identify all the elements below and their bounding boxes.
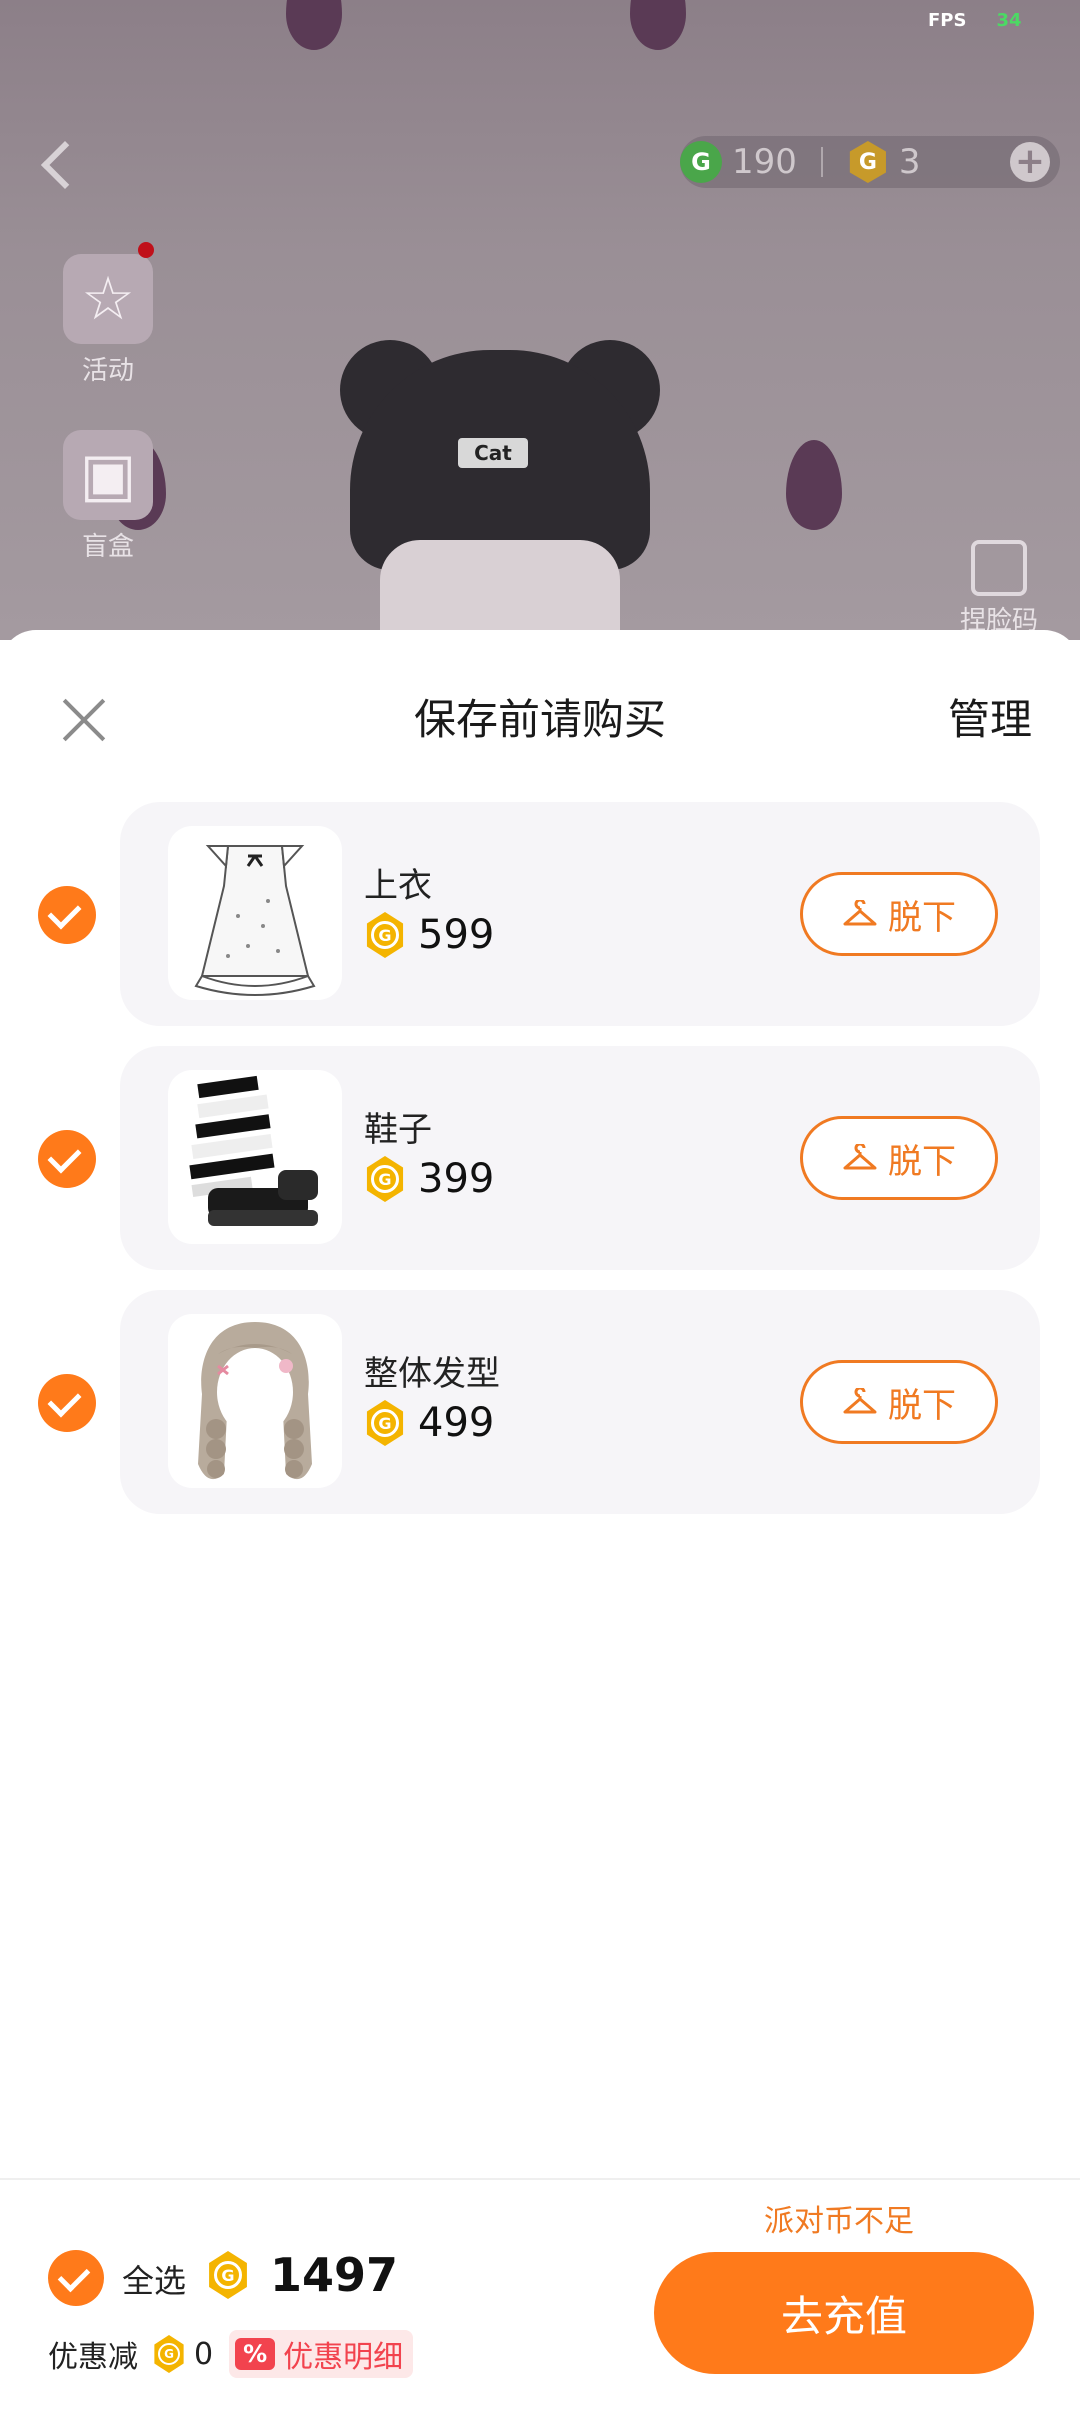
discount-row: 优惠减 G 0 % 优惠明细 <box>48 2330 414 2378</box>
insufficient-balance-notice: 派对币不足 <box>764 2204 914 2239</box>
discount-detail-link[interactable]: % 优惠明细 <box>229 2330 414 2378</box>
currency-bar: G 190 G 3 + <box>680 136 1060 188</box>
avatar-preview: Cat <box>340 340 660 640</box>
item-checkbox[interactable] <box>38 886 96 944</box>
gold-coin-icon: G <box>366 912 404 958</box>
item-card: 上衣 G 599 脱下 <box>120 802 1040 1026</box>
item-price-value: 499 <box>418 1400 495 1446</box>
take-off-label: 脱下 <box>888 1141 956 1182</box>
sidebar-item-activity[interactable]: ☆ 活动 <box>58 242 158 387</box>
fps-counter: FPS 34 <box>928 10 1022 31</box>
item-checkbox[interactable] <box>38 1130 96 1188</box>
discount-detail-label: 优惠明细 <box>283 2340 404 2375</box>
take-off-label: 脱下 <box>888 1385 956 1426</box>
hanger-icon <box>842 1386 878 1417</box>
discount-label: 优惠减 <box>48 2340 138 2375</box>
gold-coin-icon: G <box>366 1400 404 1446</box>
hanger-icon <box>842 898 878 929</box>
back-button[interactable] <box>38 138 78 190</box>
take-off-button[interactable]: 脱下 <box>800 1360 998 1444</box>
face-code-button[interactable]: 捏脸码 <box>960 540 1038 637</box>
notification-dot <box>138 242 154 258</box>
item-list: 上衣 G 599 脱下 鞋子 G 399 脱下 整体发型 G 499 脱下 <box>0 802 1080 1534</box>
item-name: 鞋子 <box>364 1110 432 1150</box>
sheet-title: 保存前请购买 <box>413 695 666 744</box>
recharge-button[interactable]: 去充值 <box>654 2252 1034 2374</box>
hat-label: Cat <box>458 438 528 468</box>
fps-value: 34 <box>996 10 1022 31</box>
item-card: 鞋子 G 399 脱下 <box>120 1046 1040 1270</box>
purchase-sheet: 保存前请购买 管理 上衣 G 599 脱下 鞋子 G 399 脱下 整体发型 G… <box>0 630 1080 2412</box>
sidebar-item-label: 活动 <box>81 356 134 386</box>
checkout-bar: 全选 G 1497 优惠减 G 0 % 优惠明细 派对币不足 去充值 <box>0 2178 1080 2412</box>
gold-coin-icon: G <box>209 2251 247 2299</box>
heart-decoration <box>630 0 686 50</box>
discount-value: 0 <box>194 2336 214 2372</box>
heart-decoration <box>286 0 342 50</box>
item-price-value: 399 <box>418 1156 495 1202</box>
green-coin-icon: G <box>680 141 722 183</box>
total-price-value: 1497 <box>270 2248 399 2302</box>
green-currency: G 190 <box>680 141 797 183</box>
list-item: 鞋子 G 399 脱下 <box>0 1046 1080 1270</box>
discount-tag-icon: % <box>235 2338 276 2370</box>
item-price: G 499 <box>364 1400 494 1446</box>
gold-currency: G 3 <box>847 141 921 183</box>
hanger-icon <box>842 1142 878 1173</box>
sidebar-item-label: 盲盒 <box>81 532 134 562</box>
item-checkbox[interactable] <box>38 1374 96 1432</box>
gold-coin-icon: G <box>366 1156 404 1202</box>
take-off-label: 脱下 <box>888 897 956 938</box>
take-off-button[interactable]: 脱下 <box>800 872 998 956</box>
green-currency-amount: 190 <box>732 142 797 182</box>
item-name: 整体发型 <box>364 1354 500 1394</box>
select-all-checkbox[interactable] <box>48 2250 104 2306</box>
add-currency-button[interactable]: + <box>1010 142 1050 182</box>
star-icon: ☆ <box>63 254 153 344</box>
list-item: 上衣 G 599 脱下 <box>0 802 1080 1026</box>
item-price: G 399 <box>364 1156 494 1202</box>
currency-divider <box>820 147 823 177</box>
fps-label: FPS <box>928 10 967 31</box>
avatar-face <box>380 540 620 640</box>
total-price: G 1497 <box>206 2248 398 2302</box>
manage-button[interactable]: 管理 <box>948 686 1032 747</box>
list-item: 整体发型 G 499 脱下 <box>0 1290 1080 1514</box>
item-card: 整体发型 G 499 脱下 <box>120 1290 1040 1514</box>
hairstyle-thumbnail <box>168 1314 342 1488</box>
edit-icon <box>971 540 1027 596</box>
gold-coin-icon: G <box>849 141 886 183</box>
heart-decoration <box>786 440 842 530</box>
item-name: 上衣 <box>364 866 432 906</box>
shoes-thumbnail <box>168 1070 342 1244</box>
item-price-value: 599 <box>418 912 495 958</box>
gold-currency-amount: 3 <box>898 142 921 182</box>
item-price: G 599 <box>364 912 494 958</box>
sidebar-item-blindbox[interactable]: ▣ 盲盒 <box>58 430 158 563</box>
dress-thumbnail <box>168 826 342 1000</box>
gift-box-icon: ▣ <box>63 430 153 520</box>
select-all-label[interactable]: 全选 <box>122 2256 186 2302</box>
game-scene-background: FPS 34 G 190 G 3 + ☆ 活动 ▣ 盲盒 Cat 捏脸码 <box>0 0 1080 640</box>
gold-coin-icon: G <box>154 2335 184 2373</box>
take-off-button[interactable]: 脱下 <box>800 1116 998 1200</box>
